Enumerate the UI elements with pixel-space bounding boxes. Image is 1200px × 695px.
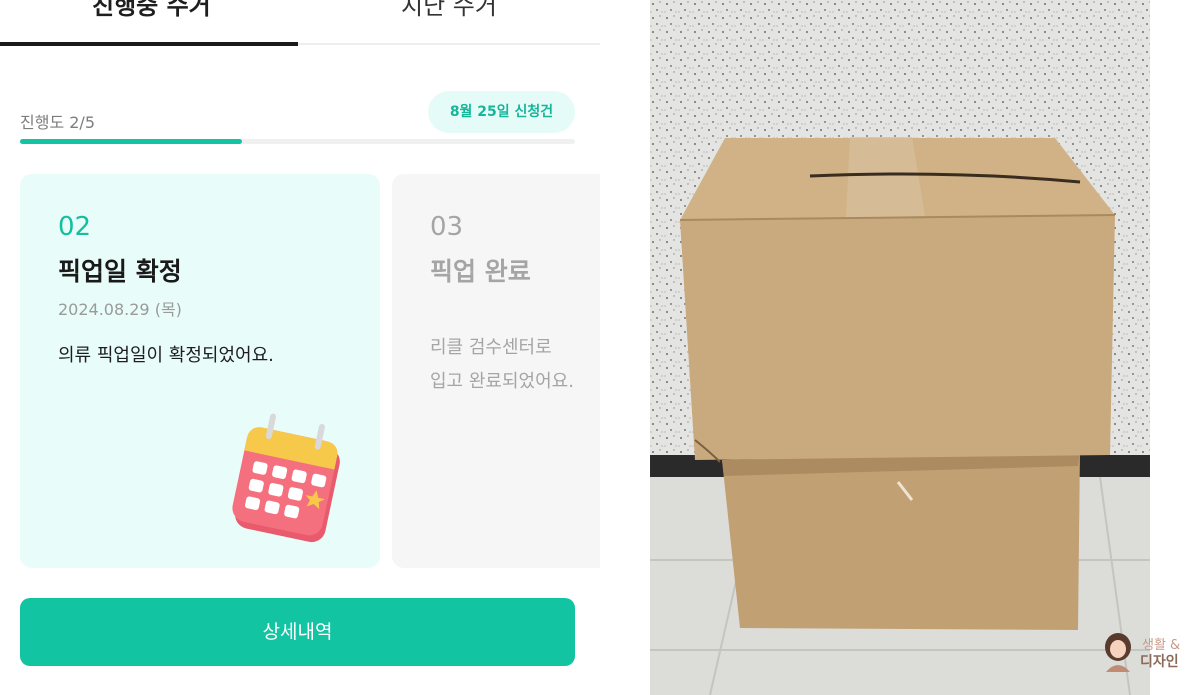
calendar-star-icon [232,413,340,543]
avatar-illustration [1105,633,1131,672]
step-description-line: 입고 완료되었어요. [430,371,574,392]
progress-fill [20,139,242,144]
boxes-photo [650,0,1150,695]
tab-in-progress[interactable]: 진행중 수거 [92,0,211,21]
progress-track [20,139,575,144]
tab-bar: 진행중 수거 지난 수거 [0,0,600,46]
step-description-line: 리클 검수센터로 [430,337,552,358]
watermark-logo: 생활 & 디자인 [1100,630,1190,675]
cardboard-boxes-image [650,0,1150,695]
pickup-app-screen: 진행중 수거 지난 수거 진행도 2/5 8월 25일 신청건 02 픽업일 확… [0,0,600,695]
step-card-current[interactable]: 02 픽업일 확정 2024.08.29 (목) 의류 픽업일이 확정되었어요. [20,174,380,568]
watermark-line2: 디자인 [1140,654,1179,670]
step-title: 픽업일 확정 [58,257,182,286]
step-number: 03 [430,212,464,242]
active-tab-indicator [0,42,298,46]
progress-label: 진행도 2/5 [20,113,95,132]
details-button[interactable]: 상세내역 [20,598,575,666]
request-date-badge: 8월 25일 신청건 [428,91,575,133]
step-description: 의류 픽업일이 확정되었어요. [58,345,274,366]
step-title: 픽업 완료 [430,257,531,286]
pickup-date: 2024.08.29 (목) [58,300,182,319]
step-card-next[interactable]: 03 픽업 완료 리클 검수센터로 입고 완료되었어요. [392,174,600,568]
step-number: 02 [58,212,92,242]
tab-past[interactable]: 지난 수거 [401,0,497,21]
step-description: 리클 검수센터로 입고 완료되었어요. [430,331,574,399]
